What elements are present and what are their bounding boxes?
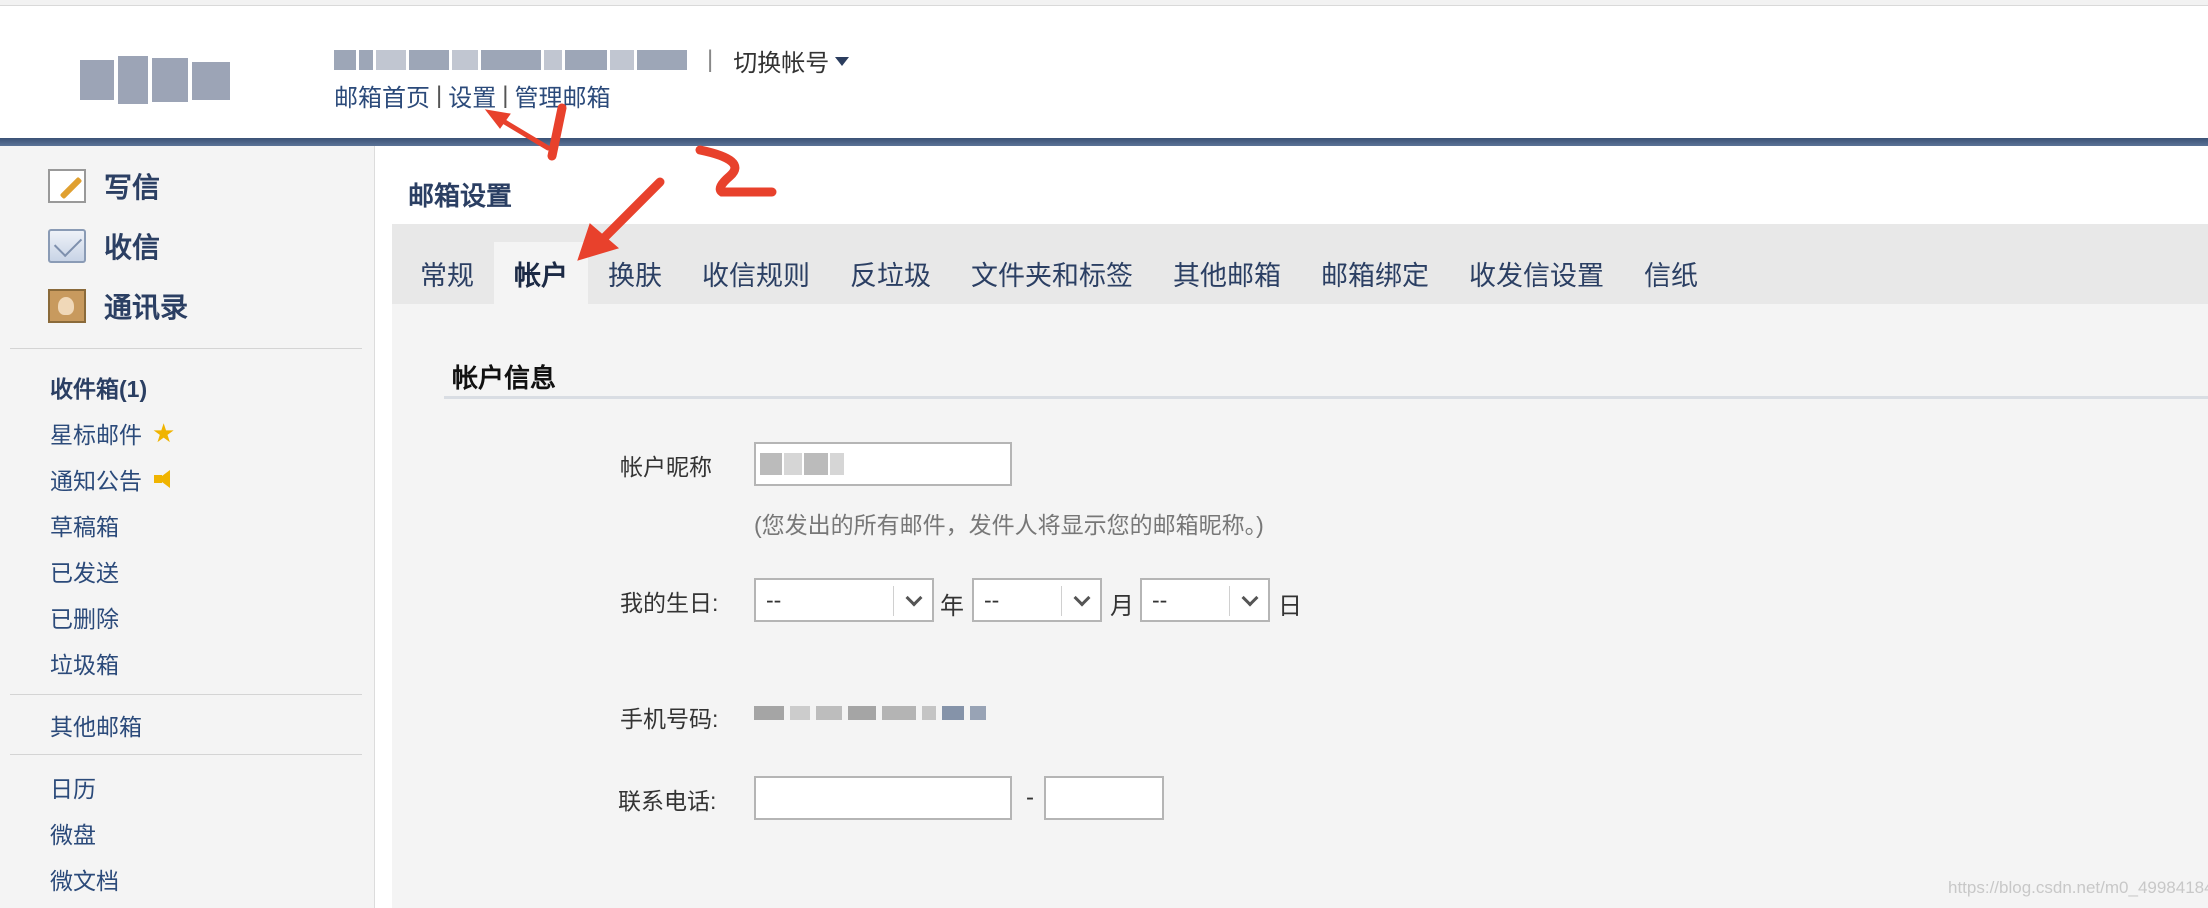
nickname-hint: (您发出的所有邮件，发件人将显示您的邮箱昵称。)	[754, 512, 1264, 538]
company-logo[interactable]	[80, 54, 250, 108]
tab-general[interactable]: 常规	[400, 242, 494, 304]
birth-year-value: --	[766, 586, 782, 613]
month-unit: 月	[1110, 593, 1134, 620]
tab-other-mailbox[interactable]: 其他邮箱	[1153, 242, 1301, 304]
mail-header: | 切换帐号 邮箱首页 | 设置 | 管理邮箱	[0, 6, 2208, 138]
mobile-label: 手机号码:	[620, 706, 719, 732]
header-nav: 邮箱首页 | 设置 | 管理邮箱	[334, 78, 610, 113]
sidebar-item-label: 已删除	[50, 606, 119, 632]
receive-label: 收信	[104, 232, 161, 263]
tab-stationery[interactable]: 信纸	[1624, 242, 1718, 304]
sidebar-item-disk[interactable]: 微盘	[50, 816, 96, 850]
contacts-label: 通讯录	[104, 292, 189, 323]
sidebar-item-other-mailbox[interactable]: 其他邮箱	[50, 708, 142, 742]
sidebar-item-label: 日历	[50, 776, 96, 802]
sidebar-item-drafts[interactable]: 草稿箱	[50, 508, 119, 542]
sidebar-divider	[10, 348, 362, 349]
sidebar-item-sent[interactable]: 已发送	[50, 554, 119, 588]
separator: |	[502, 81, 509, 109]
section-divider	[444, 396, 2208, 399]
sidebar-item-docs[interactable]: 微文档	[50, 862, 119, 896]
sidebar-item-inbox[interactable]: 收件箱(1)	[50, 370, 147, 404]
birthday-label: 我的生日:	[620, 590, 719, 616]
birth-month-select[interactable]: --	[972, 578, 1102, 622]
sidebar-item-starred[interactable]: 星标邮件 ★	[50, 416, 175, 450]
sidebar-item-label: 微盘	[50, 822, 96, 848]
sidebar-item-label: 垃圾箱	[50, 652, 119, 678]
sidebar-divider	[10, 694, 362, 695]
birth-month-value: --	[984, 586, 1000, 613]
tab-account[interactable]: 帐户	[494, 242, 588, 304]
sidebar-divider	[10, 754, 362, 755]
account-settings-panel: 帐户信息 帐户昵称 (您发出的所有邮件，发件人将显示您的邮箱昵称。) 我的生日:…	[392, 304, 2208, 908]
tab-skin[interactable]: 换肤	[588, 242, 682, 304]
sidebar-item-label: 通知公告	[50, 468, 142, 494]
switch-account-label: 切换帐号	[733, 49, 830, 77]
nickname-label: 帐户昵称	[620, 454, 712, 480]
year-unit: 年	[940, 593, 964, 620]
sidebar-item-label: 已发送	[50, 560, 119, 586]
settings-main: 邮箱设置 常规 帐户 换肤 收信规则 反垃圾 文件夹和标签 其他邮箱 邮箱绑定 …	[376, 146, 2208, 908]
compose-button[interactable]: 写信	[48, 166, 160, 206]
tab-send-receive-settings[interactable]: 收发信设置	[1449, 242, 1624, 304]
settings-link[interactable]: 设置	[448, 78, 496, 113]
tab-anti-spam[interactable]: 反垃圾	[830, 242, 951, 304]
birth-day-select[interactable]: --	[1140, 578, 1270, 622]
sidebar-item-label: 微文档	[50, 868, 119, 894]
nickname-value-redacted	[760, 448, 846, 480]
nickname-input[interactable]	[754, 442, 1012, 486]
sidebar-item-label: 其他邮箱	[50, 714, 142, 740]
account-email-redacted	[334, 50, 687, 70]
page-title: 邮箱设置	[408, 181, 513, 211]
section-title: 帐户信息	[452, 363, 557, 393]
day-unit: 日	[1278, 593, 1302, 620]
contacts-button[interactable]: 通讯录	[48, 286, 188, 326]
select-divider	[1061, 586, 1062, 616]
compose-label: 写信	[104, 172, 161, 203]
chevron-down-icon	[1241, 589, 1259, 607]
watermark: https://blog.csdn.net/m0_49984184	[1948, 878, 2208, 897]
sidebar: 写信 收信 通讯录 收件箱(1) 星标邮件 ★ 通知公告 草稿箱 已发送 已删除…	[0, 146, 375, 908]
sidebar-item-label: 草稿箱	[50, 514, 119, 540]
sidebar-item-notices[interactable]: 通知公告	[50, 462, 174, 496]
receive-button[interactable]: 收信	[48, 226, 160, 266]
separator: |	[707, 46, 714, 73]
sidebar-item-calendar[interactable]: 日历	[50, 770, 96, 804]
select-divider	[1229, 586, 1230, 616]
chevron-down-icon	[1073, 589, 1091, 607]
chevron-down-icon	[905, 589, 923, 607]
separator: |	[436, 81, 443, 109]
tab-receive-rules[interactable]: 收信规则	[682, 242, 830, 304]
compose-icon	[48, 169, 86, 203]
tab-mailbox-binding[interactable]: 邮箱绑定	[1301, 242, 1449, 304]
manage-mailbox-link[interactable]: 管理邮箱	[514, 78, 610, 113]
contact-phone-label: 联系电话:	[618, 788, 717, 814]
account-row: | 切换帐号	[334, 40, 850, 80]
sidebar-item-spam[interactable]: 垃圾箱	[50, 646, 119, 680]
header-band	[0, 138, 2208, 146]
phone-area-input[interactable]	[754, 776, 1012, 820]
inbox-icon	[48, 229, 86, 263]
mailbox-home-link[interactable]: 邮箱首页	[334, 78, 430, 113]
contacts-icon	[48, 289, 86, 323]
phone-number-input[interactable]	[1044, 776, 1164, 820]
birth-day-value: --	[1152, 586, 1168, 613]
birth-year-select[interactable]: --	[754, 578, 934, 622]
caret-down-icon	[835, 56, 850, 66]
sidebar-item-deleted[interactable]: 已删除	[50, 600, 119, 634]
settings-tabs: 常规 帐户 换肤 收信规则 反垃圾 文件夹和标签 其他邮箱 邮箱绑定 收发信设置…	[392, 224, 2208, 304]
tab-folders-labels[interactable]: 文件夹和标签	[951, 242, 1153, 304]
phone-separator: -	[1026, 784, 1034, 811]
mobile-number-redacted	[754, 706, 986, 720]
sidebar-item-label: 星标邮件	[50, 422, 142, 448]
sidebar-item-label: 收件箱(1)	[50, 376, 148, 402]
select-divider	[893, 586, 894, 616]
speaker-icon	[152, 470, 174, 488]
switch-account-dropdown[interactable]: 切换帐号	[733, 43, 850, 78]
star-icon: ★	[152, 417, 176, 448]
